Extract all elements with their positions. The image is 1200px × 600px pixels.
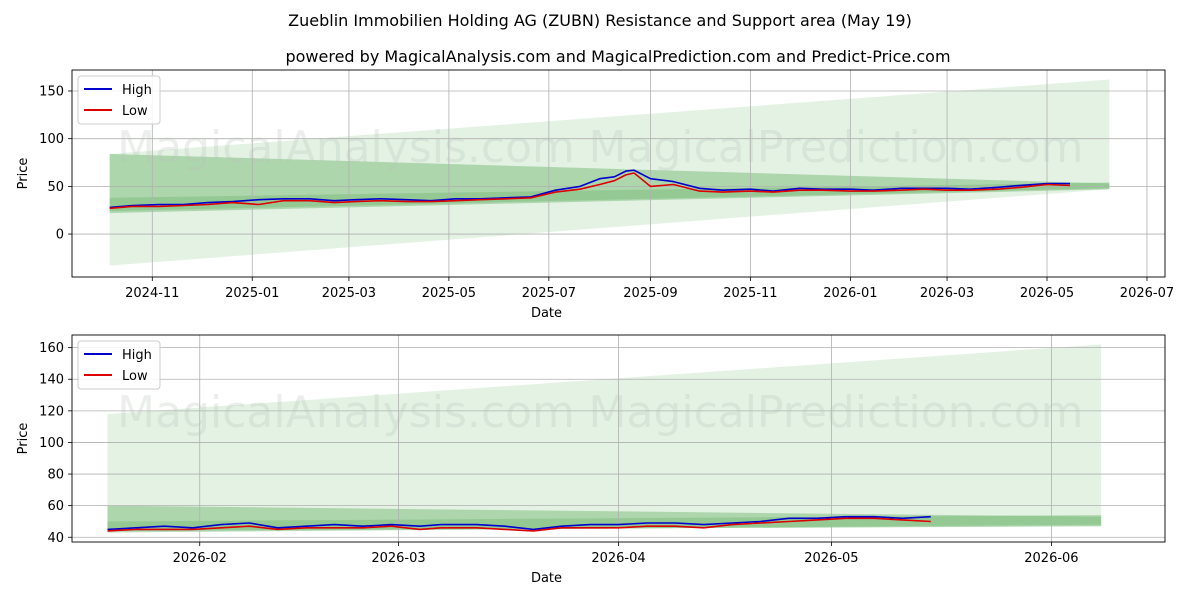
x-tick-label: 2026-05 [1020,286,1074,301]
x-tick-label: 2026-03 [920,286,974,301]
y-tick-label: 60 [47,499,64,514]
x-tick-label: 2026-01 [823,286,877,301]
y-axis-label: Price [16,158,31,190]
y-tick-label: 120 [39,404,64,419]
y-tick-label: 0 [56,228,64,243]
y-tick-label: 160 [39,341,64,356]
legend-label-low: Low [122,369,148,384]
x-tick-label: 2025-11 [723,286,777,301]
y-tick-label: 100 [39,436,64,451]
x-tick-label: 2026-07 [1120,286,1174,301]
x-axis-label: Date [531,306,562,321]
band-group [107,344,1102,533]
lower-panel: 40 60 80 100 120 140 160 2026-02 2026-03 2026-04 2… [16,334,1166,586]
x-tick-label: 2025-05 [422,286,476,301]
x-tick-label: 2026-06 [1024,551,1078,566]
y-tick-label: 80 [47,468,64,483]
x-tick-label: 2024-11 [125,286,179,301]
x-axis-label: Date [531,571,562,586]
x-tick-label: 2025-03 [322,286,376,301]
x-tick-label: 2025-01 [225,286,279,301]
y-tick-label: 50 [47,180,64,195]
upper-panel: 0 50 100 150 2024-11 2025-01 2025-03 2025-05 202… [16,69,1174,321]
legend-label-low: Low [122,104,148,119]
x-tick-label: 2026-04 [591,551,645,566]
chart-title: Zueblin Immobilien Holding AG (ZUBN) Res… [288,11,912,30]
x-tick-label: 2025-07 [522,286,576,301]
y-tick-label: 100 [39,132,64,147]
y-tick-label: 40 [47,531,64,546]
x-tick-label: 2026-05 [804,551,858,566]
y-tick-label: 140 [39,373,64,388]
x-tick-label: 2026-03 [371,551,425,566]
legend: High Low [77,75,161,125]
chart-subtitle: powered by MagicalAnalysis.com and Magic… [285,47,950,66]
chart-svg: Zueblin Immobilien Holding AG (ZUBN) Res… [16,11,1174,586]
watermark-text: MagicalPrediction.com [589,387,1084,438]
legend: High Low [77,340,161,390]
legend-label-high: High [122,83,152,98]
watermark-text: MagicalPrediction.com [589,122,1084,173]
watermark-text: MagicalAnalysis.com [117,387,575,438]
x-tick-label: 2025-09 [623,286,677,301]
x-tick-label: 2026-02 [173,551,227,566]
legend-label-high: High [122,348,152,363]
y-axis-label: Price [16,423,31,455]
watermark-text: MagicalAnalysis.com [117,122,575,173]
y-tick-label: 150 [39,84,64,99]
chart-figure: Zueblin Immobilien Holding AG (ZUBN) Res… [0,0,1200,600]
